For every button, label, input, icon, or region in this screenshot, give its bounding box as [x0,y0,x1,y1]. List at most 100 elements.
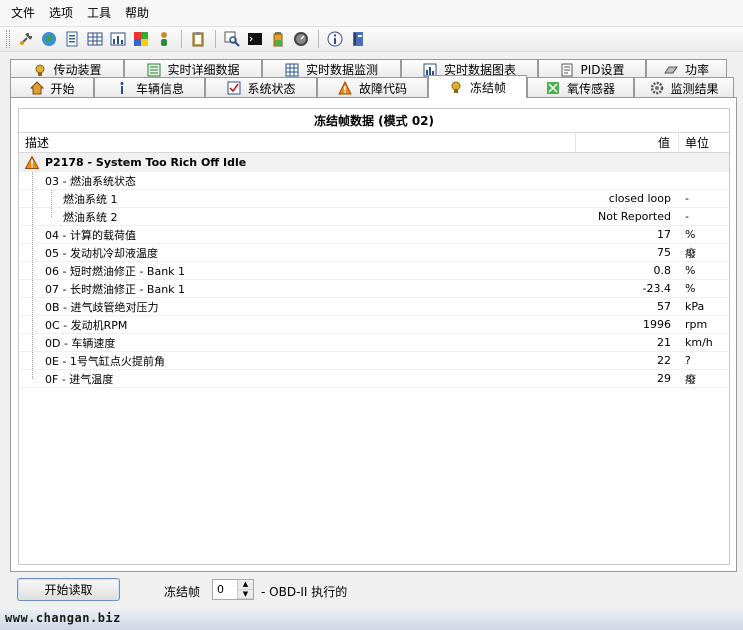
start-read-button[interactable]: 开始读取 [17,578,120,601]
stepper-up-icon[interactable]: ▲ [238,580,253,590]
row-value: 1996 [643,318,671,331]
person-icon[interactable] [154,29,174,49]
watermark: www.changan.biz [5,611,121,625]
tab-live-detail[interactable]: 实时详细数据 [124,59,262,79]
tab-label: 冻结帧 [469,80,506,95]
row-description: 0F - 进气温度 [45,372,114,386]
row-unit: rpm [685,318,708,331]
column-value[interactable]: 值 [576,133,679,152]
freeze-frame-value[interactable]: 0 [213,580,237,599]
toolbar [0,27,743,52]
table-row[interactable]: 04 - 计算的载荷值 17 % [19,226,729,244]
document-icon[interactable] [62,29,82,49]
tab-live-monitor[interactable]: 实时数据监测 [262,59,401,79]
list-icon [146,62,161,77]
tab-o2-sensor[interactable]: 氧传感器 [527,77,634,98]
tab-monitor-results[interactable]: 监测结果 [634,77,734,98]
tab-label: 车辆信息 [135,81,184,96]
terminal-icon[interactable] [245,29,265,49]
row-description: 0C - 发动机RPM [45,318,128,332]
tab-pid-settings[interactable]: PID设置 [538,59,646,79]
chart-icon[interactable] [108,29,128,49]
row-unit: % [685,264,696,277]
column-unit[interactable]: 单位 [679,133,729,152]
grid-icon[interactable] [85,29,105,49]
toolbar-separator [318,30,319,48]
toolbar-separator [181,30,182,48]
gauge-icon[interactable] [291,29,311,49]
row-unit: km/h [685,336,713,349]
document-icon [559,62,574,77]
tab-label: 功率 [684,63,709,77]
tab-system-status[interactable]: 系统状态 [205,77,317,98]
obd-status-label: - OBD-II 执行的 [261,585,348,599]
table-row[interactable]: 燃油系统 1 closed loop - [19,190,729,208]
tab-vehicle-info[interactable]: 车辆信息 [94,77,205,98]
row-value: Not Reported [598,210,671,223]
row-description: 0D - 车辆速度 [45,336,116,350]
checkbox-icon [226,81,241,96]
toolbar-grip[interactable] [6,30,10,48]
row-value: 57 [657,300,671,313]
tab-fault-codes[interactable]: 故障代码 [317,77,428,98]
row-unit: ? [685,354,691,367]
table-row[interactable]: 03 - 燃油系统状态 [19,172,729,190]
tab-transmission[interactable]: 传动装置 [10,59,124,79]
row-unit: - [685,192,689,205]
tab-label: 系统状态 [247,81,296,96]
tab-start[interactable]: 开始 [10,77,94,98]
plug-icon[interactable] [16,29,36,49]
row-description: 06 - 短时燃油修正 - Bank 1 [45,264,186,278]
clipboard-icon[interactable] [188,29,208,49]
tab-label: 传动装置 [53,63,102,77]
row-unit: 癈 [685,372,696,386]
battery-icon[interactable] [268,29,288,49]
table-row[interactable]: 06 - 短时燃油修正 - Bank 1 0.8 % [19,262,729,280]
row-description: 04 - 计算的载荷值 [45,228,136,242]
menu-options[interactable]: 选项 [42,0,80,27]
row-unit: % [685,282,696,295]
stepper-down-icon[interactable]: ▼ [238,589,253,599]
globe-icon[interactable] [39,29,59,49]
book-icon[interactable] [348,29,368,49]
table-row[interactable]: 0C - 发动机RPM 1996 rpm [19,316,729,334]
freeze-frame-stepper[interactable]: 0 ▲ ▼ [212,579,254,600]
tab-label: 实时数据监测 [305,63,378,77]
home-icon [29,81,44,96]
menu-tools[interactable]: 工具 [80,0,118,27]
row-description: 05 - 发动机冷却液温度 [45,246,158,260]
info-icon [115,81,130,96]
tab-label: 监测结果 [670,81,719,96]
warning-icon [25,155,39,169]
table-row[interactable]: 07 - 长时燃油修正 - Bank 1 -23.4 % [19,280,729,298]
row-value: 75 [657,246,671,259]
tab-label: 开始 [50,81,75,96]
table-row[interactable]: 0B - 进气歧管绝对压力 57 kPa [19,298,729,316]
freeze-frame-panel: 冻结帧数据 (模式 02) 描述 值 单位 P2178 - System Too… [10,97,737,572]
row-unit: - [685,210,689,223]
row-description: 07 - 长时燃油修正 - Bank 1 [45,282,186,296]
dyno-icon [664,62,679,77]
tab-label: PID设置 [580,63,625,77]
search-icon[interactable] [222,29,242,49]
freeze-icon [449,80,464,95]
tab-freeze-frame[interactable]: 冻结帧 [428,75,527,98]
tab-power[interactable]: 功率 [646,59,727,79]
dtc-group-row[interactable]: P2178 - System Too Rich Off Idle [19,153,729,172]
table-row[interactable]: 0E - 1号气缸点火提前角 22 ? [19,352,729,370]
palette-icon[interactable] [131,29,151,49]
data-rows: 03 - 燃油系统状态 燃油系统 1 closed loop - 燃油系统 2 … [19,172,729,388]
column-description[interactable]: 描述 [19,133,576,152]
menu-help[interactable]: 帮助 [118,0,156,27]
row-unit: kPa [685,300,705,313]
table-row[interactable]: 0D - 车辆速度 21 km/h [19,334,729,352]
column-header: 描述 值 单位 [19,133,729,153]
table-row[interactable]: 燃油系统 2 Not Reported - [19,208,729,226]
transmission-icon [32,62,47,77]
freeze-frame-table: 冻结帧数据 (模式 02) 描述 值 单位 P2178 - System Too… [18,108,730,565]
table-row[interactable]: 0F - 进气温度 29 癈 [19,370,729,388]
menu-file[interactable]: 文件 [4,0,42,27]
info-icon[interactable] [325,29,345,49]
table-row[interactable]: 05 - 发动机冷却液温度 75 癈 [19,244,729,262]
row-value: -23.4 [642,282,671,295]
